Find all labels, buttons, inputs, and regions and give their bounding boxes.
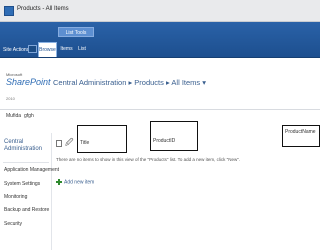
tab-browse[interactable]: Browse xyxy=(38,42,57,57)
add-new-item-label: Add new item xyxy=(64,179,95,186)
browser-title-bar: Products - All Items xyxy=(0,0,320,22)
window-title: Products - All Items xyxy=(17,6,69,12)
ribbon: List Tools Site Actions ▾ Browse Items L… xyxy=(0,22,320,58)
quick-launch-item-system-settings[interactable]: System Settings xyxy=(4,181,40,187)
quick-launch-item-backup-and-restore[interactable]: Backup and Restore xyxy=(4,207,49,213)
quick-launch-item-monitoring[interactable]: Monitoring xyxy=(4,194,27,200)
column-header-title-label: Title xyxy=(80,140,90,146)
quick-launch-item-application-management[interactable]: Application Management xyxy=(4,167,59,173)
user-name-link[interactable]: Mufida xyxy=(6,113,21,119)
navigate-up-icon[interactable] xyxy=(28,45,37,53)
quick-launch-divider xyxy=(3,162,49,163)
add-new-item-link[interactable]: Add new item xyxy=(56,179,94,185)
tab-list[interactable]: List xyxy=(76,42,88,57)
tab-items[interactable]: Items xyxy=(59,42,74,57)
list-header-row: 🖉 Title ProductID ProductName xyxy=(53,121,320,153)
logo-product: SharePoint xyxy=(6,77,51,87)
quick-launch-item-security[interactable]: Security xyxy=(4,221,22,227)
column-header-productname[interactable]: ProductName xyxy=(282,125,320,147)
page-icon xyxy=(4,6,14,16)
column-header-productname-label: ProductName xyxy=(285,129,316,135)
list-tools-group-label: List Tools xyxy=(58,27,94,37)
sharepoint-logo: Microsoft SharePoint 2010 xyxy=(6,72,51,101)
column-header-productid-label: ProductID xyxy=(153,138,176,144)
user-secondary-link[interactable]: gfgh xyxy=(24,113,34,119)
select-all-checkbox[interactable] xyxy=(56,140,62,147)
attachment-icon: 🖉 xyxy=(65,138,74,147)
add-icon xyxy=(56,179,62,185)
logo-year: 2010 xyxy=(6,96,15,101)
empty-list-message: There are no items to show in this view … xyxy=(56,157,241,162)
quick-launch-item-central-administration[interactable]: Central Administration xyxy=(4,139,48,153)
column-header-productid[interactable]: ProductID xyxy=(150,121,198,151)
column-header-title[interactable]: Title xyxy=(77,125,127,153)
breadcrumb[interactable]: Central Administration ▸ Products ▸ All … xyxy=(53,78,206,87)
quick-launch: Central Administration Application Manag… xyxy=(0,133,59,250)
